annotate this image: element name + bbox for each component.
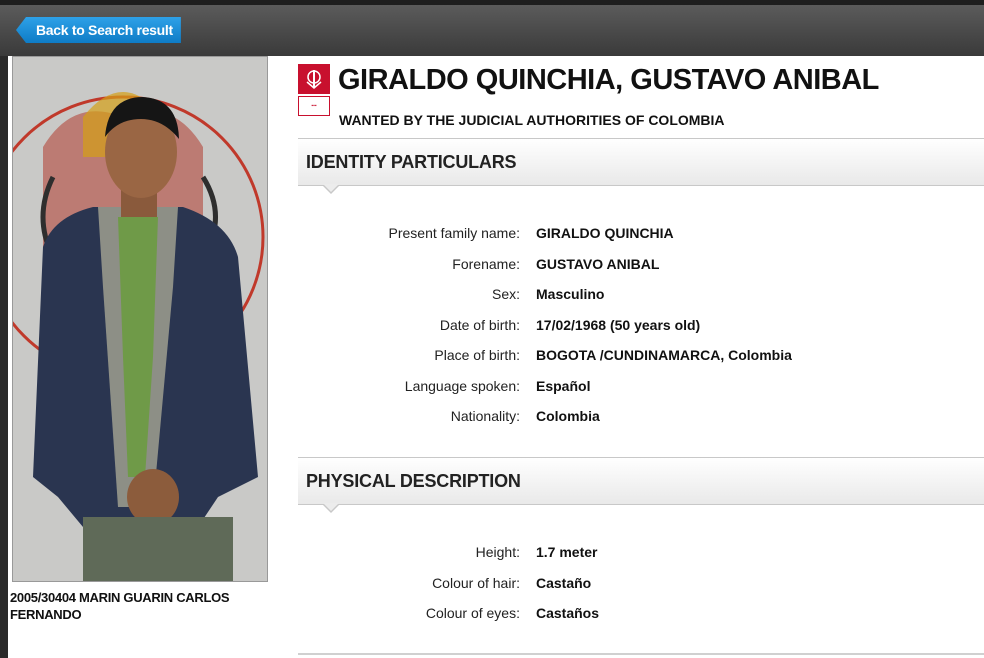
field-value: 17/02/1968 (50 years old) [536,317,701,333]
field-row-hair-colour: Colour of hair: Castaño [298,573,984,603]
field-row-date-of-birth: Date of birth: 17/02/1968 (50 years old) [298,315,984,345]
field-value: 1.7 meter [536,544,598,560]
page-title: GIRALDO QUINCHIA, GUSTAVO ANIBAL [338,64,879,96]
section-divider [298,653,984,655]
field-label: Date of birth: [439,317,520,333]
physical-section-title: PHYSICAL DESCRIPTION [306,471,521,491]
field-row-place-of-birth: Place of birth: BOGOTA /CUNDINAMARCA, Co… [298,345,984,375]
field-value: GIRALDO QUINCHIA [536,225,674,241]
field-label: Colour of hair: [432,575,520,591]
field-row-eye-colour: Colour of eyes: Castaños [298,603,984,633]
field-row-height: Height: 1.7 meter [298,542,984,572]
interpol-red-notice-logo-icon: ▪▪▪ [298,64,330,116]
field-value: Colombia [536,408,600,424]
field-row-family-name: Present family name: GIRALDO QUINCHIA [298,223,984,253]
wanted-by-subtitle: WANTED BY THE JUDICIAL AUTHORITIES OF CO… [339,112,725,128]
field-label: Language spoken: [404,378,520,394]
field-row-nationality: Nationality: Colombia [298,406,984,436]
wanted-person-photo [12,56,268,582]
left-edge-strip [0,56,8,658]
top-bar: Back to Search result [0,0,984,56]
back-to-search-button[interactable]: Back to Search result [16,17,181,43]
photo-caption: 2005/30404 MARIN GUARIN CARLOS FERNANDO [10,590,230,622]
field-row-language: Language spoken: Español [298,376,984,406]
field-value: BOGOTA /CUNDINAMARCA, Colombia [536,347,792,363]
field-value: Español [536,378,591,394]
field-label: Nationality: [450,408,520,424]
field-value: Castaño [536,575,592,591]
field-value: GUSTAVO ANIBAL [536,256,660,272]
field-label: Height: [475,544,520,560]
field-label: Place of birth: [434,347,520,363]
physical-section-header: PHYSICAL DESCRIPTION [298,457,984,513]
field-row-sex: Sex: Masculino [298,284,984,314]
field-value: Masculino [536,286,605,302]
field-value: Castaños [536,605,600,621]
field-row-forename: Forename: GUSTAVO ANIBAL [298,254,984,284]
field-label: Colour of eyes: [425,605,520,621]
identity-section-header: IDENTITY PARTICULARS [298,138,984,194]
field-label: Sex: [491,286,520,302]
field-label: Forename: [452,256,520,272]
field-label: Present family name: [388,225,521,241]
identity-section-title: IDENTITY PARTICULARS [306,152,517,172]
